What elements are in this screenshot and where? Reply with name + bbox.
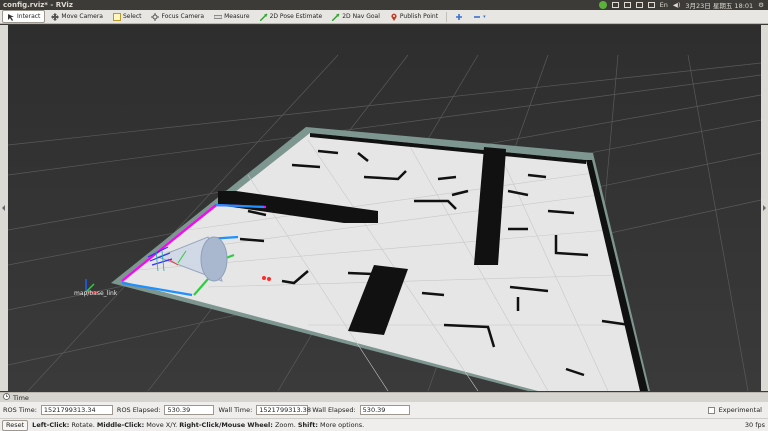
remove-tool-button[interactable]: ▾ — [469, 11, 490, 22]
right-dock-collapse-strip[interactable] — [761, 25, 768, 391]
update-indicator-icon[interactable] — [598, 1, 607, 9]
middle-click-hint-label: Middle-Click: — [96, 421, 145, 429]
tool-2d-nav-goal-label: 2D Nav Goal — [342, 13, 380, 20]
right-click-hint-text: Zoom. — [274, 421, 296, 429]
nav-goal-arrow-icon — [331, 13, 340, 21]
tool-move-camera-label: Move Camera — [61, 13, 103, 20]
wall-time-field[interactable]: 1521799313.38 — [256, 405, 311, 415]
ros-time-field[interactable]: 1521799313.34 — [40, 405, 113, 415]
clock[interactable]: 3月23日 星期五 18:01 — [685, 0, 753, 10]
tool-focus-camera-label: Focus Camera — [161, 13, 205, 20]
tool-measure-label: Measure — [224, 13, 250, 20]
window-title: config.rviz* - RViz — [3, 1, 73, 9]
keyboard-layout-indicator[interactable]: En — [660, 1, 668, 9]
add-tool-button[interactable] — [451, 11, 467, 22]
status-hint: Left-Click: Rotate. Middle-Click: Move X… — [32, 421, 364, 429]
tool-focus-camera-button[interactable]: Focus Camera — [147, 11, 208, 22]
ros-elapsed-field[interactable]: 530.39 — [164, 405, 215, 415]
tool-publish-point-button[interactable]: Publish Point — [386, 11, 442, 22]
tool-2d-pose-estimate-button[interactable]: 2D Pose Estimate — [256, 11, 327, 22]
wall-elapsed-label: Wall Elapsed: — [312, 406, 356, 414]
tool-2d-nav-goal-button[interactable]: 2D Nav Goal — [328, 11, 384, 22]
experimental-checkbox[interactable] — [707, 406, 715, 414]
time-panel-title: Time — [13, 393, 29, 402]
shift-hint-text: More options. — [320, 421, 365, 429]
network-icon[interactable] — [635, 2, 643, 8]
tool-move-camera-button[interactable]: Move Camera — [47, 11, 107, 22]
select-icon — [112, 12, 121, 21]
left-click-hint-label: Left-Click: — [32, 421, 70, 429]
left-click-hint-text: Rotate. — [71, 421, 95, 429]
system-tray: En ◀) 3月23日 星期五 18:01 ⚙ — [598, 0, 768, 10]
window-title-bar: config.rviz* - RViz En ◀) 3月23日 星期五 18:0… — [0, 0, 768, 10]
map-pin-icon — [390, 13, 398, 21]
experimental-label: Experimental — [718, 406, 762, 414]
ros-elapsed-label: ROS Elapsed: — [116, 406, 161, 414]
measure-icon — [213, 13, 223, 21]
mail-icon[interactable] — [611, 2, 619, 8]
pose-arrow-icon — [259, 13, 268, 21]
time-panel-header: Time — [0, 392, 768, 402]
shift-hint-label: Shift: — [297, 421, 318, 429]
plus-icon — [455, 13, 463, 21]
middle-click-hint-text: Move X/Y. — [146, 421, 178, 429]
tool-interact-label: Interact — [17, 13, 41, 20]
chevron-down-icon: ▾ — [483, 13, 486, 20]
minus-icon — [473, 13, 481, 21]
dropbox-icon[interactable] — [623, 2, 631, 8]
rviz-toolbar: Interact Move Camera Select Focus Camera… — [0, 10, 768, 24]
wall-time-label: Wall Time: — [218, 406, 253, 414]
tool-2d-pose-estimate-label: 2D Pose Estimate — [269, 13, 323, 20]
3d-render-viewport[interactable]: map/base_link — [8, 25, 761, 391]
wall-elapsed-field[interactable]: 530.39 — [359, 405, 410, 415]
volume-icon[interactable]: ◀) — [673, 1, 681, 9]
time-panel: ROS Time: 1521799313.34 ROS Elapsed: 530… — [0, 402, 768, 418]
interact-icon — [7, 13, 15, 21]
move-camera-icon — [51, 12, 60, 21]
tool-interact-button[interactable]: Interact — [2, 10, 46, 23]
tool-measure-button[interactable]: Measure — [210, 11, 254, 22]
left-dock-collapse-strip[interactable] — [0, 25, 8, 391]
scene-canvas[interactable]: map/base_link — [8, 25, 761, 391]
tool-select-label: Select — [122, 13, 142, 20]
right-click-hint-label: Right-Click/Mouse Wheel: — [179, 421, 273, 429]
frame-label: map/base_link — [74, 290, 118, 297]
gear-icon[interactable]: ⚙ — [758, 1, 764, 9]
fps-counter: 30 fps — [744, 421, 765, 429]
clock-icon — [3, 393, 10, 402]
reset-button[interactable]: Reset — [2, 419, 29, 431]
focus-camera-icon — [151, 12, 160, 21]
tool-publish-point-label: Publish Point — [399, 13, 439, 20]
status-bar: Reset Left-Click: Rotate. Middle-Click: … — [0, 418, 768, 431]
ros-time-label: ROS Time: — [3, 406, 37, 414]
bluetooth-icon[interactable] — [647, 2, 655, 8]
toolbar-separator — [446, 11, 448, 22]
tool-select-button[interactable]: Select — [109, 11, 146, 22]
